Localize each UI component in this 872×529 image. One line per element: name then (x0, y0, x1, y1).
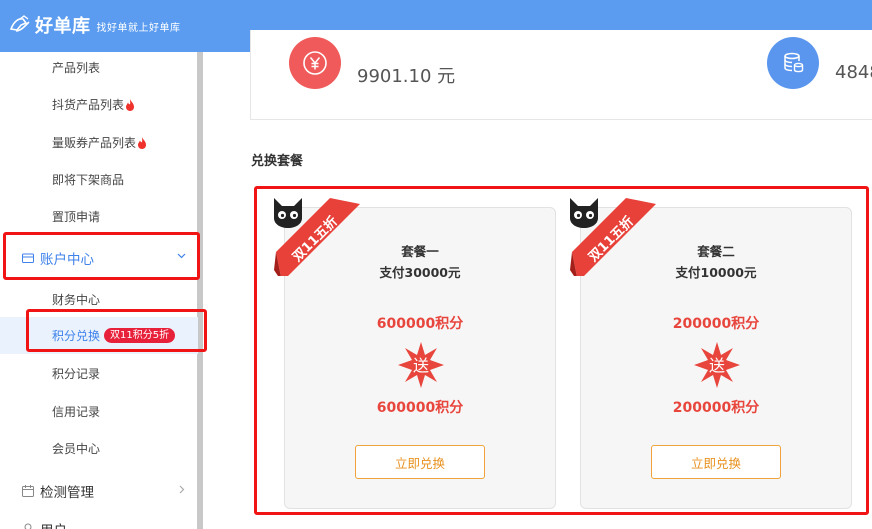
highlight-box-account-center (3, 232, 200, 280)
package-points: 200000积分 (672, 316, 760, 332)
flame-icon (138, 136, 147, 149)
sidebar-group-label: 检测管理 (40, 485, 94, 501)
package-bonus-points: 200000积分 (672, 400, 760, 416)
gift-label: 送 (709, 356, 725, 375)
sidebar-item-finance-center[interactable]: 财务中心 (52, 291, 100, 308)
database-icon (767, 37, 819, 89)
tmall-cat-icon (570, 198, 598, 228)
redeem-button[interactable]: 立即兑换 (651, 445, 781, 479)
sidebar-item-bulk-coupon-products[interactable]: 量贩券产品列表 (52, 134, 147, 151)
sidebar-item-douhuo-products[interactable]: 抖货产品列表 (52, 96, 135, 113)
section-title: 兑换套餐 (251, 154, 304, 169)
chevron-right-icon[interactable] (179, 485, 185, 494)
logo-tagline: 找好单就上好单库 (96, 23, 181, 34)
calendar-icon (22, 485, 34, 497)
sidebar-item-label: 积分记录 (52, 367, 101, 381)
sidebar-item-label: 量贩券产品列表 (52, 136, 137, 150)
yen-coin-icon (289, 37, 341, 89)
sidebar-item-label: 产品列表 (52, 61, 101, 75)
sidebar-item-points-records[interactable]: 积分记录 (52, 365, 100, 382)
gift-label: 送 (413, 356, 429, 375)
logo-name: 好单库 (35, 16, 91, 37)
user-icon (24, 523, 32, 529)
highlight-box-points-exchange (26, 309, 207, 352)
sidebar-item-credit-records[interactable]: 信用记录 (52, 403, 100, 420)
sidebar-item-delisting-soon[interactable]: 即将下架商品 (52, 171, 124, 188)
sidebar-item-label: 财务中心 (52, 293, 101, 307)
sidebar-item-product-list[interactable]: 产品列表 (52, 59, 100, 76)
points-value: 4848 (835, 62, 872, 83)
sidebar-item-label: 即将下架商品 (52, 173, 125, 187)
sidebar-item-label: 信用记录 (52, 405, 101, 419)
promo-ribbon-1: 双11五折 (274, 198, 360, 276)
tmall-cat-icon (274, 198, 302, 228)
package-bonus-points: 600000积分 (376, 400, 464, 416)
handshake-logo-icon (9, 15, 30, 32)
logo[interactable]: 好单库 找好单就上好单库 (8, 12, 181, 38)
promo-ribbon-2: 双11五折 (570, 198, 656, 276)
redeem-button[interactable]: 立即兑换 (355, 445, 485, 479)
sidebar-item-member-center[interactable]: 会员中心 (52, 440, 100, 457)
starburst-icon: 送 (398, 342, 444, 388)
sidebar-group-label: 用户 (40, 519, 67, 529)
sidebar-item-label: 置顶申请 (52, 210, 101, 224)
sidebar-item-pin-request[interactable]: 置顶申请 (52, 208, 100, 225)
starburst-icon: 送 (694, 342, 740, 388)
flame-icon (126, 98, 135, 111)
balance-value: 9901.10 元 (357, 66, 456, 87)
sidebar-item-label: 抖货产品列表 (52, 98, 125, 112)
sidebar-group-detection[interactable]: 检测管理 (22, 481, 94, 501)
sidebar-group-user[interactable]: 用户 (22, 519, 67, 529)
sidebar-item-label: 会员中心 (52, 442, 101, 456)
package-points: 600000积分 (376, 316, 464, 332)
